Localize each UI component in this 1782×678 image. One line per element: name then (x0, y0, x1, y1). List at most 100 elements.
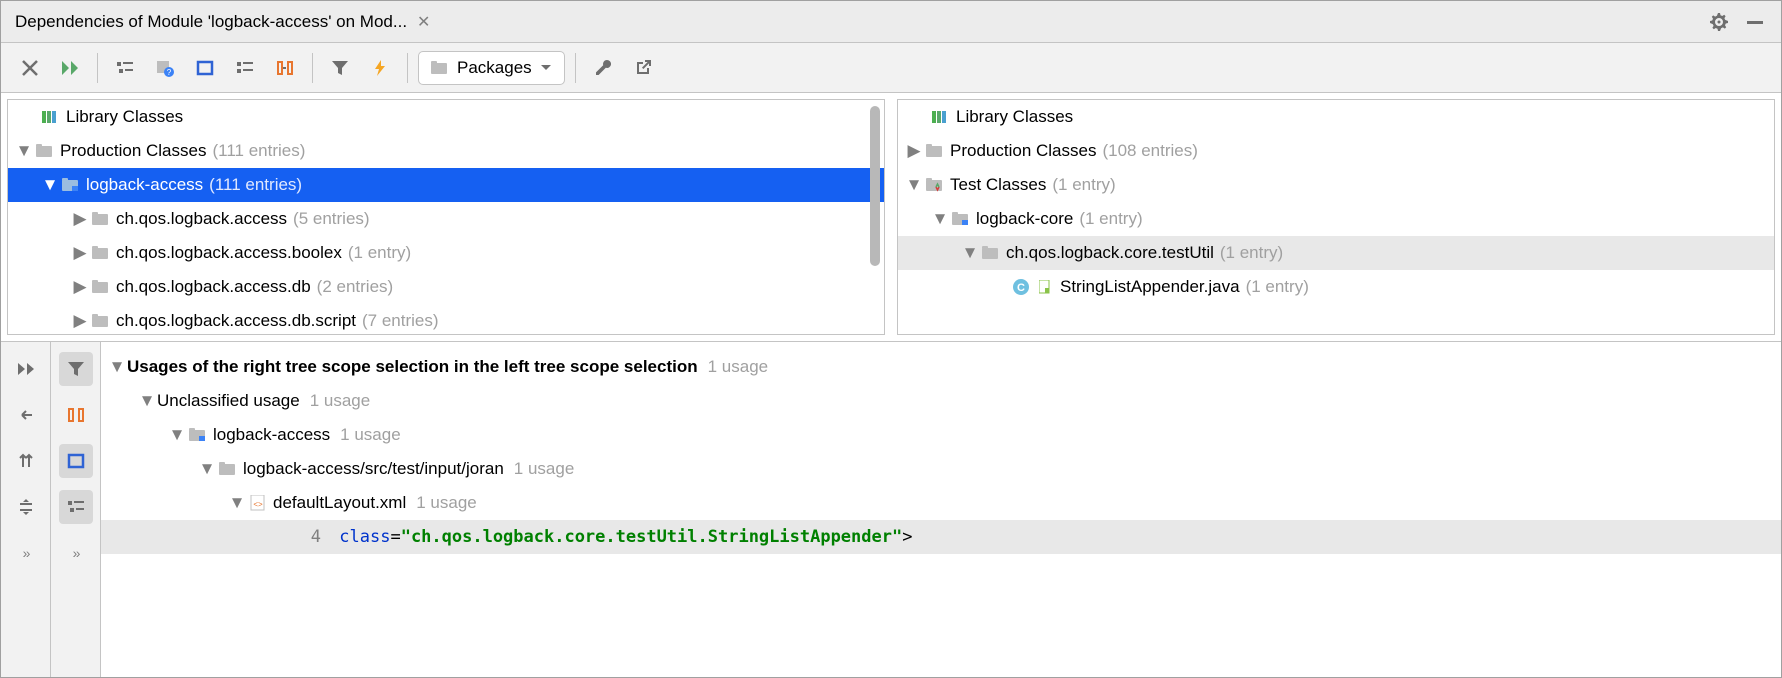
module-count: (1 entry) (1079, 209, 1142, 229)
file-label: StringListAppender.java (1060, 277, 1240, 297)
package-node[interactable]: ▶ ch.qos.logback.access.db (2 entries) (8, 270, 884, 304)
library-icon (930, 109, 952, 125)
usage-code-row[interactable]: 4 class="ch.qos.logback.core.testUtil.St… (101, 520, 1781, 554)
production-classes-node[interactable]: ▼ Production Classes (111 entries) (8, 134, 884, 168)
tab-header: Dependencies of Module 'logback-access' … (1, 1, 1781, 43)
collapse-all-button[interactable] (9, 490, 43, 524)
usage-module-count: 1 usage (340, 425, 401, 445)
usages-header-row[interactable]: ▼ Usages of the right tree scope selecti… (101, 350, 1781, 384)
usages-panel: » » ▼ Usages of the right tree scope sel… (1, 341, 1781, 677)
expand-arrow-icon[interactable]: ▼ (14, 141, 34, 161)
package-icon (90, 280, 112, 294)
unclassified-row[interactable]: ▼ Unclassified usage 1 usage (101, 384, 1781, 418)
expand-arrow-icon[interactable]: ▼ (167, 425, 187, 445)
usage-path-label: logback-access/src/test/input/joran (243, 459, 504, 479)
collapse-arrow-icon[interactable]: ▶ (70, 243, 90, 263)
scrollbar-thumb[interactable] (870, 106, 880, 266)
module-icon (60, 178, 82, 192)
collapse-arrow-icon[interactable]: ▶ (70, 277, 90, 297)
folder-icon (924, 144, 946, 158)
close-button[interactable] (13, 51, 47, 85)
expand-all-button[interactable] (9, 444, 43, 478)
toggle-button[interactable] (363, 51, 397, 85)
library-classes-node[interactable]: Library Classes (898, 100, 1774, 134)
svg-text:?: ? (167, 68, 172, 77)
test-folder-icon (924, 178, 946, 192)
library-classes-node[interactable]: Library Classes (8, 100, 884, 134)
usage-file-row[interactable]: ▼ <> defaultLayout.xml 1 usage (101, 486, 1781, 520)
production-classes-node[interactable]: ▶ Production Classes (108 entries) (898, 134, 1774, 168)
group-by-button[interactable] (59, 490, 93, 524)
package-node[interactable]: ▶ ch.qos.logback.access (5 entries) (8, 202, 884, 236)
more-button[interactable]: » (9, 536, 43, 570)
expand-arrow-icon[interactable]: ▼ (960, 243, 980, 263)
package-count: (7 entries) (362, 311, 439, 331)
test-count: (1 entry) (1052, 175, 1115, 195)
expand-arrow-icon[interactable]: ▼ (107, 357, 127, 377)
library-label: Library Classes (956, 107, 1073, 127)
file-node[interactable]: C StringListAppender.java (1 entry) (898, 270, 1774, 304)
expand-arrow-icon[interactable]: ▼ (40, 175, 60, 195)
module-label: logback-access (86, 175, 203, 195)
export-button[interactable] (626, 51, 660, 85)
usage-module-row[interactable]: ▼ logback-access 1 usage (101, 418, 1781, 452)
java-file-icon (1034, 280, 1056, 294)
folder-icon (217, 462, 239, 476)
expand-arrow-icon[interactable]: ▼ (197, 459, 217, 479)
collapse-arrow-icon[interactable]: ▶ (70, 209, 90, 229)
test-classes-node[interactable]: ▼ Test Classes (1 entry) (898, 168, 1774, 202)
right-tree: Library Classes ▶ Production Classes (10… (897, 99, 1775, 335)
more-button[interactable]: » (59, 536, 93, 570)
expand-arrow-icon[interactable]: ▼ (930, 209, 950, 229)
filter-toggle-button[interactable] (59, 352, 93, 386)
tab[interactable]: Dependencies of Module 'logback-access' … (1, 1, 444, 42)
trees-container: Library Classes ▼ Production Classes (11… (1, 93, 1781, 341)
prod-count: (111 entries) (212, 141, 305, 161)
collapse-arrow-icon[interactable]: ▶ (70, 311, 90, 331)
collapse-arrow-icon[interactable]: ▶ (904, 141, 924, 161)
expand-arrow-icon[interactable]: ▼ (904, 175, 924, 195)
mark-illegal-button[interactable] (188, 51, 222, 85)
toolbar: ? Packages (1, 43, 1781, 93)
usage-path-count: 1 usage (514, 459, 575, 479)
wrench-button[interactable] (586, 51, 620, 85)
class-icon: C (1010, 278, 1032, 296)
usages-header-count: 1 usage (708, 357, 769, 377)
package-node[interactable]: ▼ ch.qos.logback.core.testUtil (1 entry) (898, 236, 1774, 270)
gear-icon[interactable] (1709, 12, 1729, 32)
module-icon (187, 428, 209, 442)
select-scope-button[interactable] (59, 444, 93, 478)
expand-arrow-icon[interactable]: ▼ (137, 391, 157, 411)
usage-file-count: 1 usage (416, 493, 477, 513)
module-node[interactable]: ▼ logback-core (1 entry) (898, 202, 1774, 236)
minimize-icon[interactable] (1745, 12, 1765, 32)
xml-file-icon: <> (247, 495, 269, 511)
next-occurrence-button[interactable] (9, 352, 43, 386)
flatten-button[interactable] (108, 51, 142, 85)
package-node[interactable]: ▶ ch.qos.logback.access.boolex (1 entry) (8, 236, 884, 270)
package-count: (2 entries) (317, 277, 394, 297)
library-label: Library Classes (66, 107, 183, 127)
filter-button[interactable] (323, 51, 357, 85)
show-illegals-button[interactable]: ? (148, 51, 182, 85)
usage-module-label: logback-access (213, 425, 330, 445)
rerun-button[interactable] (53, 51, 87, 85)
module-node-selected[interactable]: ▼ logback-access (111 entries) (8, 168, 884, 202)
code-line: 4 class="ch.qos.logback.core.testUtil.St… (301, 527, 912, 547)
svg-text:<>: <> (253, 500, 263, 509)
prev-button[interactable] (9, 398, 43, 432)
module-count: (111 entries) (209, 175, 302, 195)
close-tab-icon[interactable]: ✕ (417, 12, 430, 32)
code-value: ch.qos.logback.core.testUtil.StringListA… (411, 527, 892, 547)
autoscroll-source-button[interactable] (59, 398, 93, 432)
expand-arrow-icon[interactable]: ▼ (227, 493, 247, 513)
autoscroll-button[interactable] (268, 51, 302, 85)
usage-file-label: defaultLayout.xml (273, 493, 406, 513)
package-label: ch.qos.logback.core.testUtil (1006, 243, 1214, 263)
group-button[interactable] (228, 51, 262, 85)
package-label: ch.qos.logback.access.db.script (116, 311, 356, 331)
packages-dropdown[interactable]: Packages (418, 51, 565, 85)
usage-path-row[interactable]: ▼ logback-access/src/test/input/joran 1 … (101, 452, 1781, 486)
tab-title: Dependencies of Module 'logback-access' … (15, 12, 407, 32)
package-node[interactable]: ▶ ch.qos.logback.access.db.script (7 ent… (8, 304, 884, 335)
